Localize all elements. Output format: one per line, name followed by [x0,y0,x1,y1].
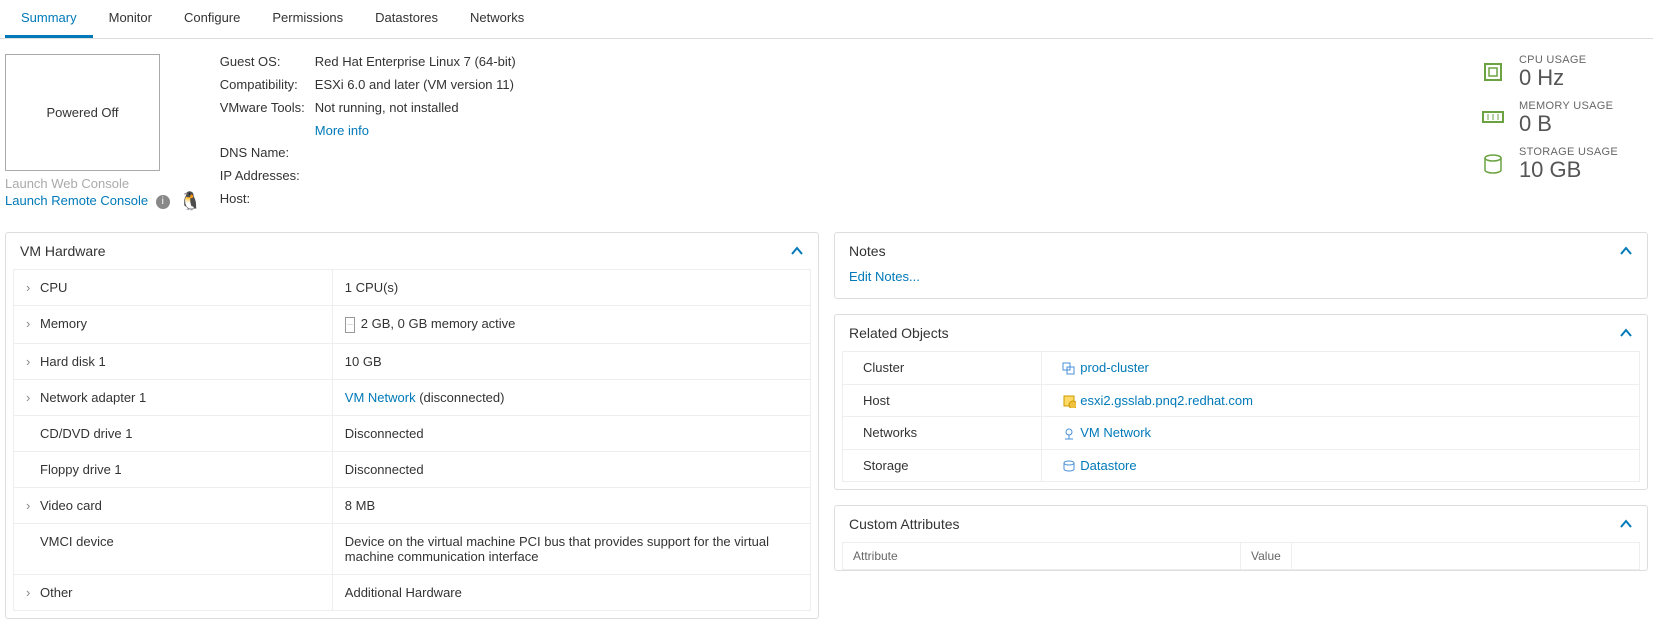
vm-hardware-panel: VM Hardware ›CPU1 CPU(s) ›Memory2 GB, 0 … [5,232,819,619]
guest-os-value: Red Hat Enterprise Linux 7 (64-bit) [315,54,516,75]
memory-bar-icon [345,317,355,333]
collapse-icon[interactable] [790,244,804,258]
tools-value: Not running, not installed [315,100,516,121]
rel-storage-link[interactable]: Datastore [1080,458,1136,473]
hw-floppy-row: Floppy drive 1 [14,451,333,487]
hw-video-row[interactable]: ›Video card [14,487,333,523]
vm-info-grid: Guest OS: Red Hat Enterprise Linux 7 (64… [220,54,516,212]
compat-value: ESXi 6.0 and later (VM version 11) [315,77,516,98]
rel-network-link[interactable]: VM Network [1080,425,1151,440]
guest-os-label: Guest OS: [220,54,305,75]
related-objects-title: Related Objects [849,325,949,341]
linux-icon: 🐧 [179,191,201,211]
hw-cddvd-value: Disconnected [332,415,810,451]
host-icon [1062,394,1076,408]
vm-hardware-title: VM Hardware [20,243,106,259]
more-info-link[interactable]: More info [315,123,369,138]
launch-web-console-link: Launch Web Console [5,176,129,191]
rel-cluster-link[interactable]: prod-cluster [1080,360,1149,375]
info-icon[interactable]: i [156,195,170,209]
storage-usage-value: 10 GB [1519,158,1618,182]
hw-floppy-value: Disconnected [332,451,810,487]
hw-harddisk-row[interactable]: ›Hard disk 1 [14,343,333,379]
collapse-icon[interactable] [1619,244,1633,258]
memory-icon [1482,107,1504,129]
tab-datastores[interactable]: Datastores [359,0,454,38]
hw-memory-row[interactable]: ›Memory [14,306,333,344]
related-objects-panel: Related Objects Cluster prod-cluster Host… [834,314,1648,490]
storage-icon [1482,153,1504,175]
host-label: Host: [220,191,305,212]
cpu-usage-value: 0 Hz [1519,66,1587,90]
rel-host-link[interactable]: esxi2.gsslab.pnq2.redhat.com [1080,393,1253,408]
hw-cpu-value: 1 CPU(s) [332,270,810,306]
dns-value [315,145,516,166]
hw-network-suffix: (disconnected) [416,390,505,405]
notes-panel: Notes Edit Notes... [834,232,1648,299]
vm-console-thumbnail[interactable]: Powered Off [5,54,160,171]
rel-storage-label: Storage [843,449,1042,482]
hw-video-value: 8 MB [332,487,810,523]
collapse-icon[interactable] [1619,326,1633,340]
tools-label: VMware Tools: [220,100,305,121]
launch-remote-console-link[interactable]: Launch Remote Console [5,193,148,208]
tab-summary[interactable]: Summary [5,0,93,38]
custom-attributes-header-row: Attribute Value [842,542,1640,570]
hw-other-row[interactable]: ›Other [14,574,333,610]
tab-monitor[interactable]: Monitor [93,0,168,38]
datastore-icon [1062,459,1076,473]
hw-cddvd-row: CD/DVD drive 1 [14,415,333,451]
notes-title: Notes [849,243,886,259]
hw-network-row[interactable]: ›Network adapter 1 [14,379,333,415]
cluster-icon [1062,362,1076,376]
ip-label: IP Addresses: [220,168,305,189]
rel-networks-label: Networks [843,417,1042,450]
tab-configure[interactable]: Configure [168,0,256,38]
tab-networks[interactable]: Networks [454,0,540,38]
ip-value [315,168,516,189]
compat-label: Compatibility: [220,77,305,98]
summary-top: Powered Off Launch Web Console Launch Re… [0,39,1653,232]
tab-bar: Summary Monitor Configure Permissions Da… [0,0,1653,39]
cpu-icon [1482,61,1504,83]
host-value [315,191,516,212]
hw-vmci-value: Device on the virtual machine PCI bus th… [332,523,810,574]
network-icon [1062,427,1076,441]
hw-memory-value: 2 GB, 0 GB memory active [332,306,810,344]
custom-attributes-panel: Custom Attributes Attribute Value [834,505,1648,571]
memory-usage-value: 0 B [1519,112,1613,136]
hw-network-link[interactable]: VM Network [345,390,416,405]
power-state-label: Powered Off [46,105,118,120]
rel-host-label: Host [843,384,1042,417]
hw-vmci-row: VMCI device [14,523,333,574]
rel-cluster-label: Cluster [843,352,1042,385]
custom-attributes-title: Custom Attributes [849,516,960,532]
hw-other-value: Additional Hardware [332,574,810,610]
edit-notes-link[interactable]: Edit Notes... [849,269,920,284]
usage-panel: CPU USAGE 0 Hz MEMORY USAGE 0 B STORAGE … [1482,54,1648,212]
tab-permissions[interactable]: Permissions [256,0,359,38]
dns-label: DNS Name: [220,145,305,166]
ca-col-value[interactable]: Value [1241,543,1292,569]
ca-col-attribute[interactable]: Attribute [843,543,1241,569]
hw-cpu-row[interactable]: ›CPU [14,270,333,306]
hw-harddisk-value: 10 GB [332,343,810,379]
collapse-icon[interactable] [1619,517,1633,531]
